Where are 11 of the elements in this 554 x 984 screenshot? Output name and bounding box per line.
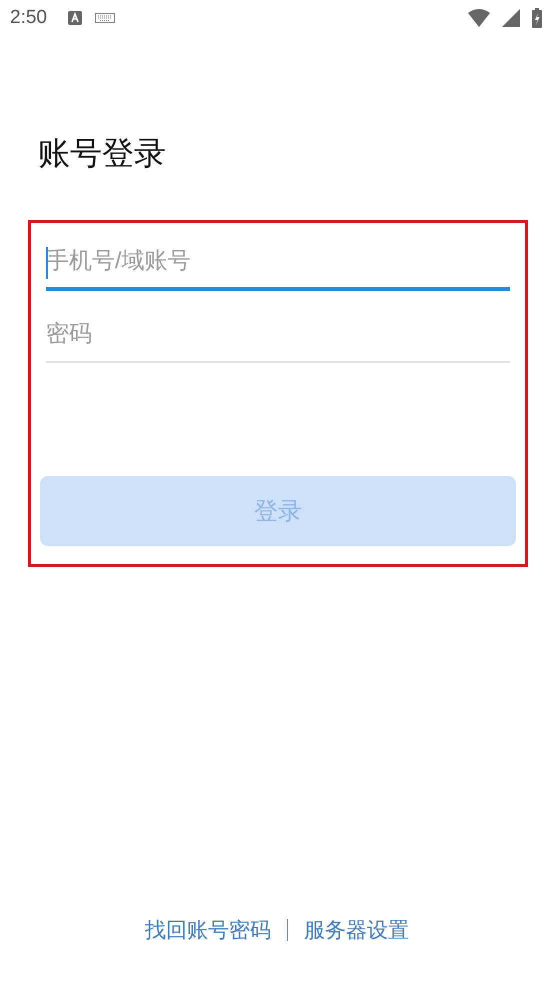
keyboard-language-icon	[66, 10, 83, 26]
input-field[interactable]: 手机号/域账号	[46, 233, 510, 291]
wifi-icon	[468, 9, 490, 27]
signal-icon	[502, 9, 520, 27]
page-title: 账号登录	[38, 133, 166, 174]
text-cursor	[46, 247, 48, 279]
footer-link[interactable]: 找回账号密码	[145, 916, 271, 944]
keyboard-icon	[94, 13, 115, 23]
footer-link[interactable]: 服务器设置	[304, 916, 409, 944]
battery-icon	[532, 8, 542, 28]
status-time: 2:50	[10, 7, 47, 29]
